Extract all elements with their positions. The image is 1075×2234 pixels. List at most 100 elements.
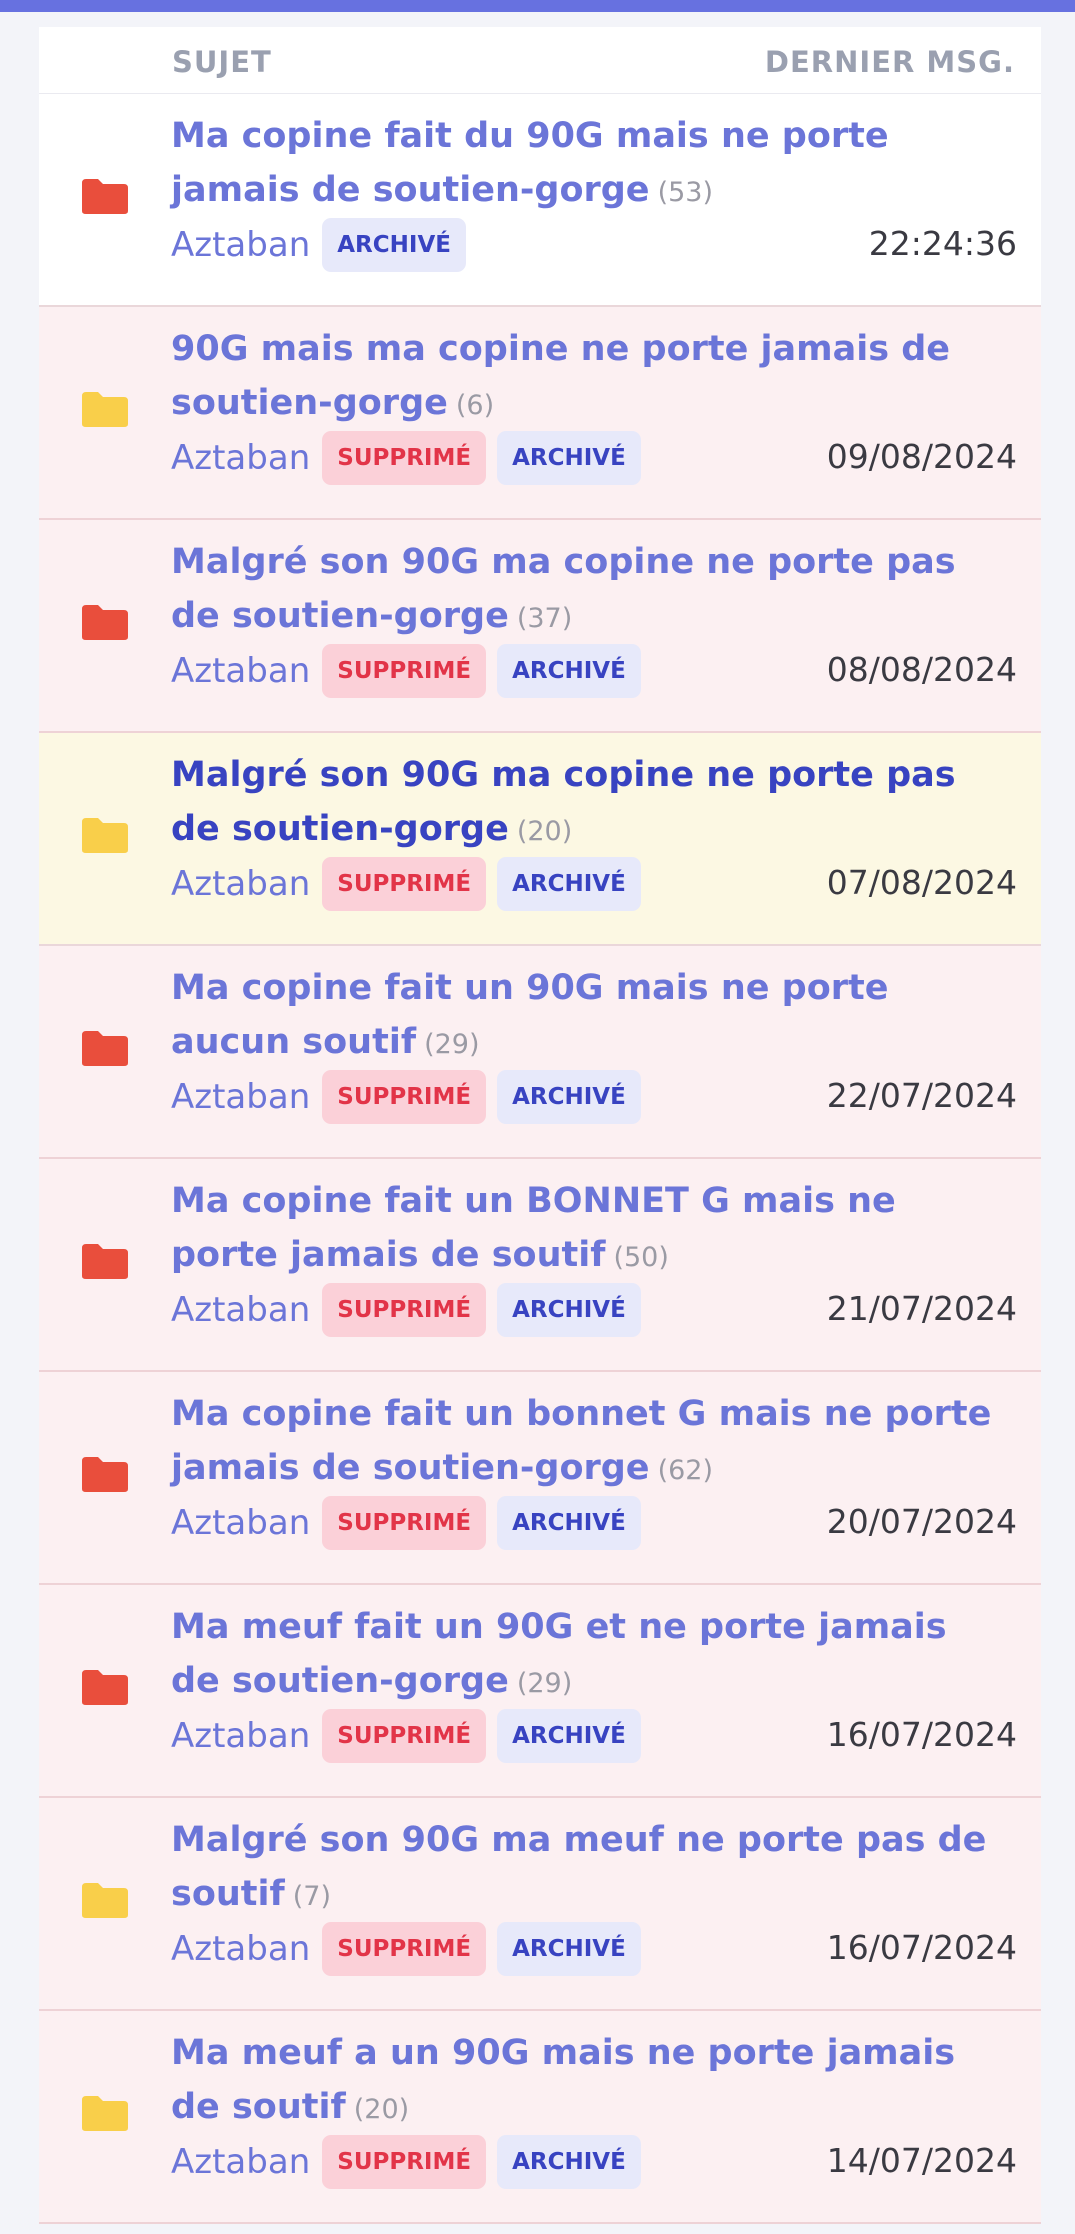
last-message-date[interactable]: 16/07/2024	[827, 1928, 1017, 1967]
last-message-date[interactable]: 08/08/2024	[827, 650, 1017, 689]
topic-row: 90G mais ma copine ne porte jamais de so…	[39, 307, 1041, 520]
folder-icon	[82, 392, 128, 427]
archived-badge: ARCHIVÉ	[497, 644, 641, 698]
reply-count: (53)	[657, 177, 713, 208]
topic-row: Malgré son 90G ma meuf ne porte pas de s…	[39, 1798, 1041, 2011]
topic-title: Ma copine fait du 90G mais ne porte jama…	[171, 116, 889, 210]
topic-title-link[interactable]: 90G mais ma copine ne porte jamais de so…	[171, 322, 1001, 433]
topic-title: 90G mais ma copine ne porte jamais de so…	[171, 329, 951, 423]
topic-title-link[interactable]: Ma copine fait un 90G mais ne porte aucu…	[171, 961, 1001, 1072]
deleted-badge: SUPPRIMÉ	[322, 431, 487, 485]
folder-hot-icon	[82, 1670, 128, 1705]
topic-title-link[interactable]: Ma meuf fait un 90G et ne porte jamais d…	[171, 1600, 1001, 1711]
topic-list: SUJET DERNIER MSG. Ma copine fait du 90G…	[39, 27, 1041, 2224]
author-link[interactable]: Aztaban	[171, 225, 310, 265]
topic-meta: Aztaban SUPPRIMÉ ARCHIVÉ	[171, 2135, 652, 2189]
folder-icon	[82, 2096, 128, 2131]
last-message-date[interactable]: 14/07/2024	[827, 2141, 1017, 2180]
last-message-date[interactable]: 16/07/2024	[827, 1715, 1017, 1754]
author-link[interactable]: Aztaban	[171, 651, 310, 691]
topic-title-link[interactable]: Malgré son 90G ma copine ne porte pas de…	[171, 535, 1001, 646]
archived-badge: ARCHIVÉ	[497, 857, 641, 911]
deleted-badge: SUPPRIMÉ	[322, 1922, 487, 1976]
topic-row: Ma copine fait un 90G mais ne porte aucu…	[39, 946, 1041, 1159]
topic-title: Ma meuf a un 90G mais ne porte jamais de…	[171, 2033, 956, 2127]
topic-title-link[interactable]: Ma copine fait un BONNET G mais ne porte…	[171, 1174, 1001, 1285]
author-link[interactable]: Aztaban	[171, 2142, 310, 2182]
folder-hot-icon	[82, 179, 128, 214]
topic-title-link[interactable]: Ma copine fait du 90G mais ne porte jama…	[171, 109, 1001, 220]
author-link[interactable]: Aztaban	[171, 1503, 310, 1543]
author-link[interactable]: Aztaban	[171, 438, 310, 478]
deleted-badge: SUPPRIMÉ	[322, 857, 487, 911]
deleted-badge: SUPPRIMÉ	[322, 1496, 487, 1550]
subject-column-header: SUJET	[172, 45, 272, 79]
archived-badge: ARCHIVÉ	[497, 2135, 641, 2189]
topic-meta: Aztaban SUPPRIMÉ ARCHIVÉ	[171, 1496, 652, 1550]
last-message-date[interactable]: 20/07/2024	[827, 1502, 1017, 1541]
author-link[interactable]: Aztaban	[171, 1077, 310, 1117]
archived-badge: ARCHIVÉ	[497, 1922, 641, 1976]
topic-list-header: SUJET DERNIER MSG.	[39, 27, 1041, 94]
reply-count: (62)	[657, 1455, 713, 1486]
topic-row: Ma copine fait un bonnet G mais ne porte…	[39, 1372, 1041, 1585]
reply-count: (29)	[516, 1668, 573, 1699]
topic-row: Ma copine fait du 90G mais ne porte jama…	[39, 94, 1041, 307]
topic-title: Ma copine fait un 90G mais ne porte aucu…	[171, 968, 889, 1062]
archived-badge: ARCHIVÉ	[497, 1496, 641, 1550]
topic-meta: Aztaban SUPPRIMÉ ARCHIVÉ	[171, 857, 652, 911]
deleted-badge: SUPPRIMÉ	[322, 1709, 487, 1763]
reply-count: (29)	[424, 1029, 480, 1060]
topic-meta: Aztaban SUPPRIMÉ ARCHIVÉ	[171, 431, 652, 485]
author-link[interactable]: Aztaban	[171, 864, 310, 904]
author-link[interactable]: Aztaban	[171, 1290, 310, 1330]
archived-badge: ARCHIVÉ	[322, 218, 466, 272]
reply-count: (20)	[516, 816, 573, 847]
last-message-column-header: DERNIER MSG.	[764, 45, 1015, 79]
archived-badge: ARCHIVÉ	[497, 1283, 641, 1337]
topic-title-link[interactable]: Malgré son 90G ma copine ne porte pas de…	[171, 748, 1001, 859]
last-message-date[interactable]: 07/08/2024	[827, 863, 1017, 902]
deleted-badge: SUPPRIMÉ	[322, 1070, 487, 1124]
folder-hot-icon	[82, 605, 128, 640]
last-message-time[interactable]: 22:24:36	[869, 224, 1017, 263]
topic-row: Ma meuf fait un 90G et ne porte jamais d…	[39, 1585, 1041, 1798]
top-accent-bar	[0, 0, 1075, 12]
folder-icon	[82, 1883, 128, 1918]
author-link[interactable]: Aztaban	[171, 1716, 310, 1756]
topic-title-link[interactable]: Ma copine fait un bonnet G mais ne porte…	[171, 1387, 1001, 1498]
deleted-badge: SUPPRIMÉ	[322, 644, 487, 698]
last-message-date[interactable]: 09/08/2024	[827, 437, 1017, 476]
topic-title-link[interactable]: Ma meuf a un 90G mais ne porte jamais de…	[171, 2026, 1001, 2137]
topic-meta: Aztaban SUPPRIMÉ ARCHIVÉ	[171, 1070, 652, 1124]
last-message-date[interactable]: 21/07/2024	[827, 1289, 1017, 1328]
reply-count: (7)	[292, 1881, 331, 1912]
topic-meta: Aztaban SUPPRIMÉ ARCHIVÉ	[171, 1709, 652, 1763]
topic-row: Malgré son 90G ma copine ne porte pas de…	[39, 520, 1041, 733]
topic-row: Malgré son 90G ma copine ne porte pas de…	[39, 733, 1041, 946]
topic-row: Ma copine fait un BONNET G mais ne porte…	[39, 1159, 1041, 1372]
reply-count: (37)	[516, 603, 573, 634]
reply-count: (20)	[353, 2094, 410, 2125]
reply-count: (6)	[455, 390, 495, 421]
folder-hot-icon	[82, 1457, 128, 1492]
archived-badge: ARCHIVÉ	[497, 431, 641, 485]
folder-hot-icon	[82, 1031, 128, 1066]
reply-count: (50)	[613, 1242, 669, 1273]
topic-meta: Aztaban SUPPRIMÉ ARCHIVÉ	[171, 1922, 652, 1976]
topic-row: Ma meuf a un 90G mais ne porte jamais de…	[39, 2011, 1041, 2224]
last-message-date[interactable]: 22/07/2024	[827, 1076, 1017, 1115]
folder-hot-icon	[82, 1244, 128, 1279]
topic-title: Ma copine fait un bonnet G mais ne porte…	[171, 1394, 992, 1488]
topic-meta: Aztaban SUPPRIMÉ ARCHIVÉ	[171, 644, 652, 698]
topic-meta: Aztaban SUPPRIMÉ ARCHIVÉ	[171, 1283, 652, 1337]
archived-badge: ARCHIVÉ	[497, 1709, 641, 1763]
topic-meta: Aztaban ARCHIVÉ	[171, 218, 477, 272]
topic-title-link[interactable]: Malgré son 90G ma meuf ne porte pas de s…	[171, 1813, 1001, 1924]
deleted-badge: SUPPRIMÉ	[322, 2135, 487, 2189]
deleted-badge: SUPPRIMÉ	[322, 1283, 487, 1337]
folder-icon	[82, 818, 128, 853]
author-link[interactable]: Aztaban	[171, 1929, 310, 1969]
topic-title: Ma copine fait un BONNET G mais ne porte…	[171, 1181, 896, 1275]
archived-badge: ARCHIVÉ	[497, 1070, 641, 1124]
